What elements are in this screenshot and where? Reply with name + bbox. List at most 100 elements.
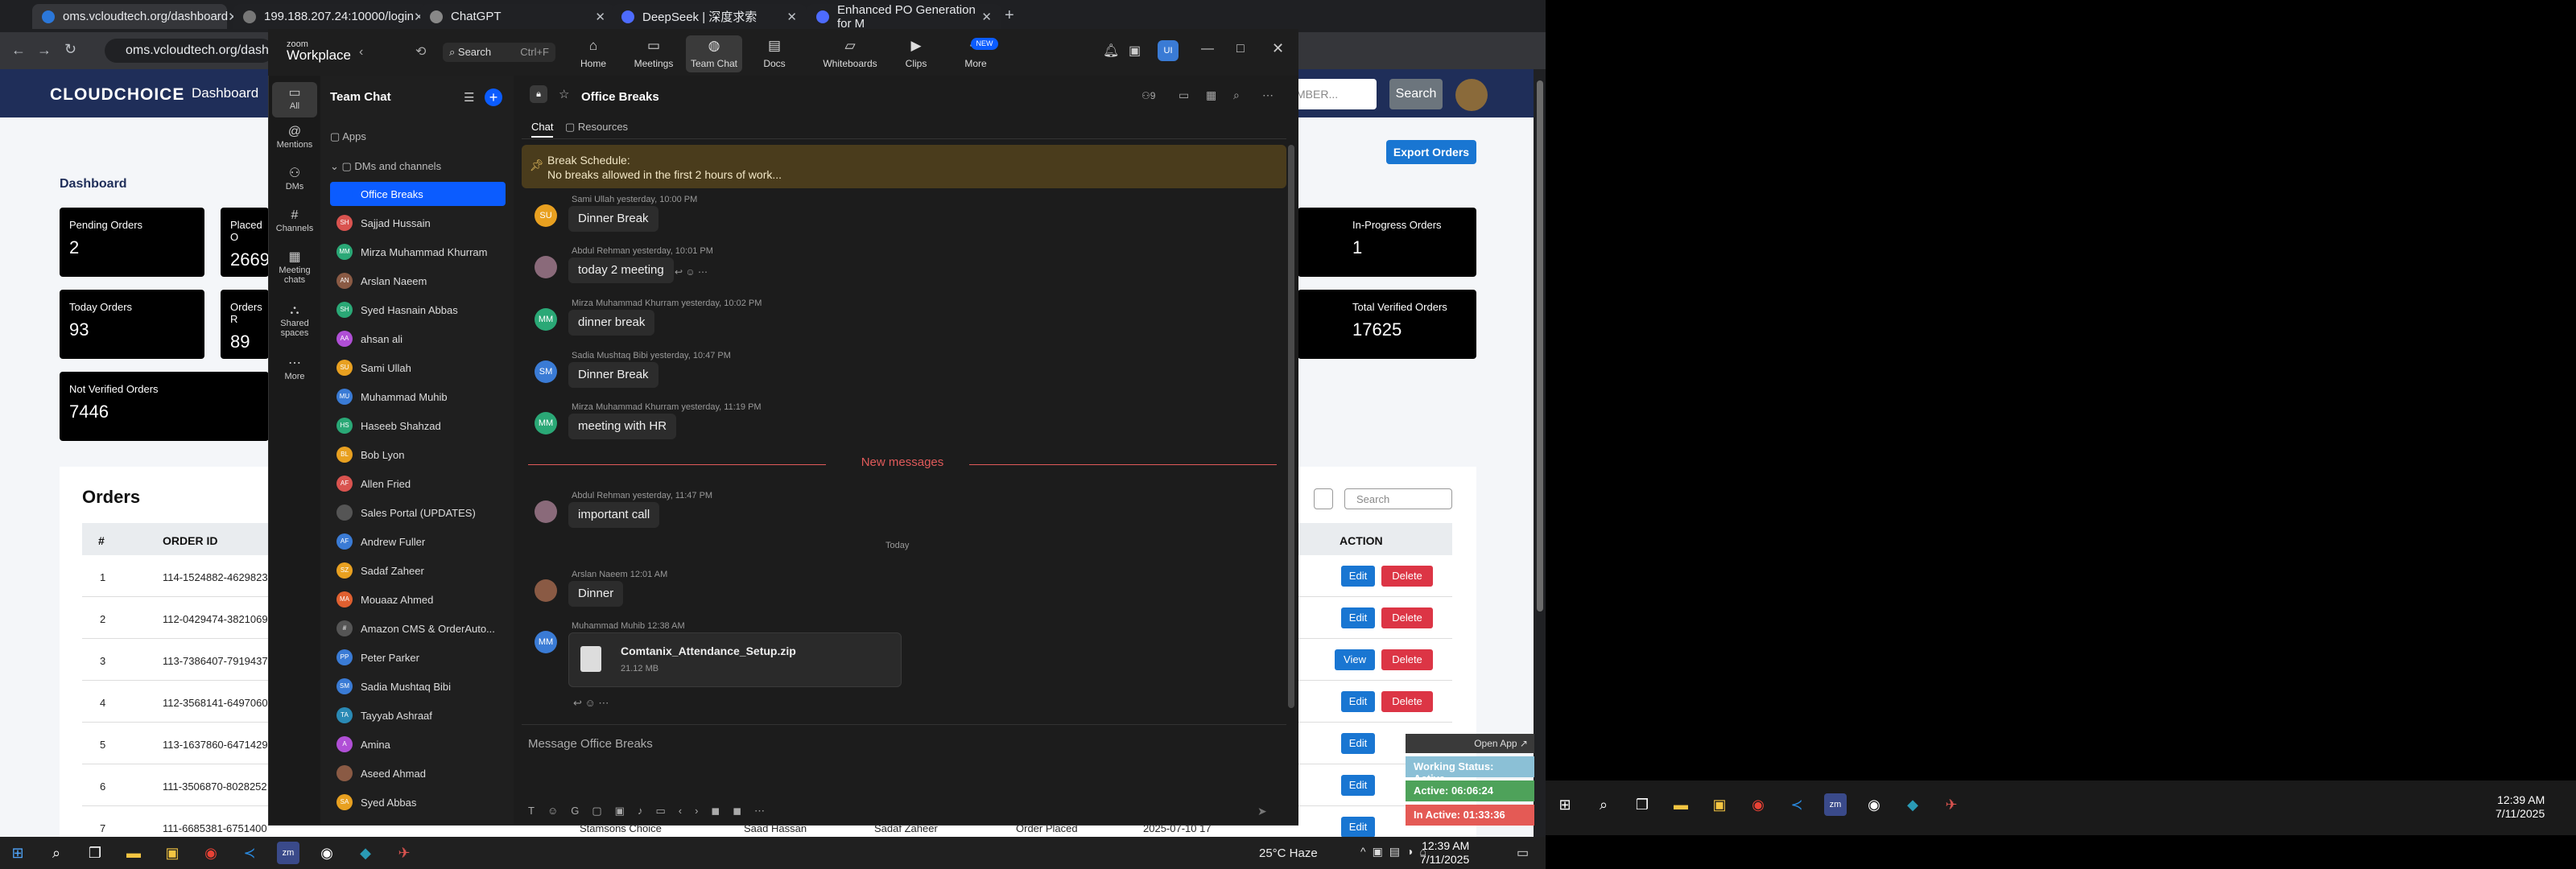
- emoji-icon[interactable]: ☺: [685, 266, 698, 278]
- export-orders-button[interactable]: Export Orders: [1386, 140, 1476, 164]
- channel-item[interactable]: MU Muhammad Muhib: [330, 385, 506, 409]
- send-icon[interactable]: ➤: [1257, 805, 1267, 818]
- channel-item[interactable]: HS Haseeb Shahzad: [330, 414, 506, 438]
- channel-item[interactable]: MA Mouaaz Ahmed: [330, 587, 506, 612]
- rail-meeting-chats[interactable]: ▦ Meeting chats: [272, 249, 317, 285]
- rail-mentions[interactable]: @ Mentions: [272, 124, 317, 150]
- maximize-icon[interactable]: □: [1236, 42, 1245, 56]
- task-view-icon[interactable]: ❐: [84, 842, 106, 864]
- add-icon[interactable]: +: [485, 89, 502, 106]
- channel-item[interactable]: SH Syed Hasnain Abbas: [330, 298, 506, 322]
- avatar[interactable]: SU: [535, 204, 557, 227]
- filter-select[interactable]: [1314, 488, 1333, 509]
- orders-search-input[interactable]: Search: [1344, 488, 1452, 509]
- scrollbar-thumb[interactable]: [1537, 80, 1543, 612]
- close-icon[interactable]: ✕: [595, 10, 605, 24]
- zoom-app-icon[interactable]: zm: [1824, 793, 1847, 816]
- close-icon[interactable]: ✕: [981, 10, 992, 24]
- section-dms-channels[interactable]: ⌄ ▢ DMs and channels: [330, 160, 441, 173]
- channel-item[interactable]: AF Allen Fried: [330, 472, 506, 496]
- channel-item[interactable]: # Amazon CMS & OrderAuto...: [330, 616, 506, 640]
- avatar[interactable]: MM: [535, 412, 557, 434]
- channel-item[interactable]: AN Arslan Naeem: [330, 269, 506, 293]
- channel-item[interactable]: AF Andrew Fuller: [330, 529, 506, 554]
- app-icon[interactable]: ◆: [354, 842, 377, 864]
- channel-item[interactable]: Office Breaks: [330, 182, 506, 206]
- member-count[interactable]: ⚇9: [1141, 90, 1155, 101]
- nav-docs[interactable]: ▤ Docs: [746, 37, 803, 69]
- vscode-icon[interactable]: ≺: [1785, 793, 1808, 816]
- format-icon[interactable]: T: [528, 805, 547, 817]
- store-icon[interactable]: ▣: [1708, 793, 1731, 816]
- more-icon[interactable]: ⋯: [598, 697, 609, 709]
- rail-shared-spaces[interactable]: ⛬ Shared spaces: [272, 303, 317, 338]
- code-icon[interactable]: ‹›: [679, 805, 712, 817]
- emoji-icon[interactable]: ☺: [547, 805, 571, 817]
- nav-meetings[interactable]: ▭ Meetings: [625, 37, 682, 69]
- site-logo[interactable]: CLOUDCHOICE: [50, 85, 184, 105]
- browser-tab[interactable]: 199.188.207.24:10000/login ✕: [233, 4, 428, 29]
- channel-item[interactable]: Sales Portal (UPDATES): [330, 500, 506, 525]
- screenshot-icon[interactable]: ▣: [615, 805, 638, 817]
- rail-more[interactable]: ⋯ More: [272, 356, 317, 381]
- zoom-app-icon[interactable]: zm: [277, 842, 299, 864]
- close-icon[interactable]: ✕: [786, 10, 797, 24]
- new-tab-icon[interactable]: +: [1005, 6, 1014, 25]
- app-icon[interactable]: ◉: [316, 842, 338, 864]
- channel-item[interactable]: SU Sami Ullah: [330, 356, 506, 380]
- channel-item[interactable]: BL Bob Lyon: [330, 443, 506, 467]
- avatar[interactable]: UI: [1158, 40, 1179, 61]
- app-icon[interactable]: ◼: [711, 805, 733, 817]
- reload-icon[interactable]: ↻: [64, 41, 76, 58]
- bell-icon[interactable]: 🔔︎: [1103, 43, 1119, 59]
- browser-tab[interactable]: ChatGPT ✕: [420, 4, 615, 29]
- calendar-icon[interactable]: ▦: [1206, 89, 1216, 102]
- edit-button[interactable]: Edit: [1341, 691, 1375, 712]
- channel-item[interactable]: Aseed Ahmad: [330, 761, 506, 785]
- chat-message[interactable]: Arslan Naeem 12:01 AM Dinner: [535, 570, 1259, 610]
- browser-tab[interactable]: DeepSeek | 深度求索 ✕: [612, 4, 807, 29]
- reply-icon[interactable]: ↩: [675, 266, 685, 278]
- view-button[interactable]: View: [1335, 649, 1375, 670]
- app-icon[interactable]: ◼: [733, 805, 754, 817]
- app-icon[interactable]: ✈: [393, 842, 415, 864]
- video-clip-icon[interactable]: ▭: [655, 805, 678, 817]
- zoom-search[interactable]: ⌕ Search Ctrl+F: [443, 43, 555, 62]
- rail-channels[interactable]: # Channels: [272, 208, 317, 233]
- channel-item[interactable]: MM Mirza Muhammad Khurram: [330, 240, 506, 264]
- open-app-button[interactable]: Open App ↗: [1406, 734, 1534, 753]
- forward-icon[interactable]: →: [37, 42, 52, 59]
- message-input[interactable]: Message Office Breaks: [528, 737, 653, 751]
- file-attachment[interactable]: Comtanix_Attendance_Setup.zip 21.12 MB: [568, 632, 902, 687]
- weather[interactable]: 25°C Haze: [1259, 846, 1318, 860]
- avatar[interactable]: MM: [535, 308, 557, 331]
- channel-item[interactable]: PP Peter Parker: [330, 645, 506, 669]
- windows-start-icon[interactable]: ⊞: [6, 842, 29, 864]
- edit-button[interactable]: Edit: [1341, 607, 1375, 628]
- search-button[interactable]: Search: [1389, 79, 1443, 109]
- avatar[interactable]: MM: [535, 631, 557, 653]
- task-view-icon[interactable]: ❐: [1631, 793, 1653, 816]
- pinned-banner[interactable]: Break Schedule: No breaks allowed in the …: [522, 145, 1286, 188]
- edit-button[interactable]: Edit: [1341, 775, 1375, 796]
- message-actions[interactable]: ↩ ☺ ⋯: [573, 697, 609, 710]
- channel-item[interactable]: A Amina: [330, 732, 506, 756]
- chat-message[interactable]: MM Mirza Muhammad Khurram yesterday, 10:0…: [535, 299, 1259, 339]
- avatar[interactable]: SM: [535, 360, 557, 383]
- chat-message[interactable]: SM Sadia Mushtaq Bibi yesterday, 10:47 PM…: [535, 351, 1259, 391]
- search-icon[interactable]: ⌕: [1592, 793, 1615, 816]
- gif-icon[interactable]: G: [571, 805, 592, 817]
- device-icon[interactable]: ▣: [1129, 43, 1141, 59]
- address-bar[interactable]: oms.vcloudtech.org/dashboard: [105, 39, 274, 63]
- edit-button[interactable]: Edit: [1341, 817, 1375, 838]
- search-icon[interactable]: ⌕: [1233, 89, 1240, 102]
- tab-resources[interactable]: ▢ Resources: [565, 121, 628, 134]
- chat-message[interactable]: MM Mirza Muhammad Khurram yesterday, 11:1…: [535, 402, 1259, 443]
- store-icon[interactable]: ▣: [161, 842, 184, 864]
- edit-button[interactable]: Edit: [1341, 733, 1375, 754]
- tab-chat[interactable]: Chat: [531, 121, 554, 138]
- more-icon[interactable]: ⋯: [754, 805, 778, 817]
- message-actions[interactable]: ↩ ☺ ⋯: [675, 266, 708, 278]
- channel-item[interactable]: SH Sajjad Hussain: [330, 211, 506, 235]
- filter-icon[interactable]: ☰: [464, 90, 474, 105]
